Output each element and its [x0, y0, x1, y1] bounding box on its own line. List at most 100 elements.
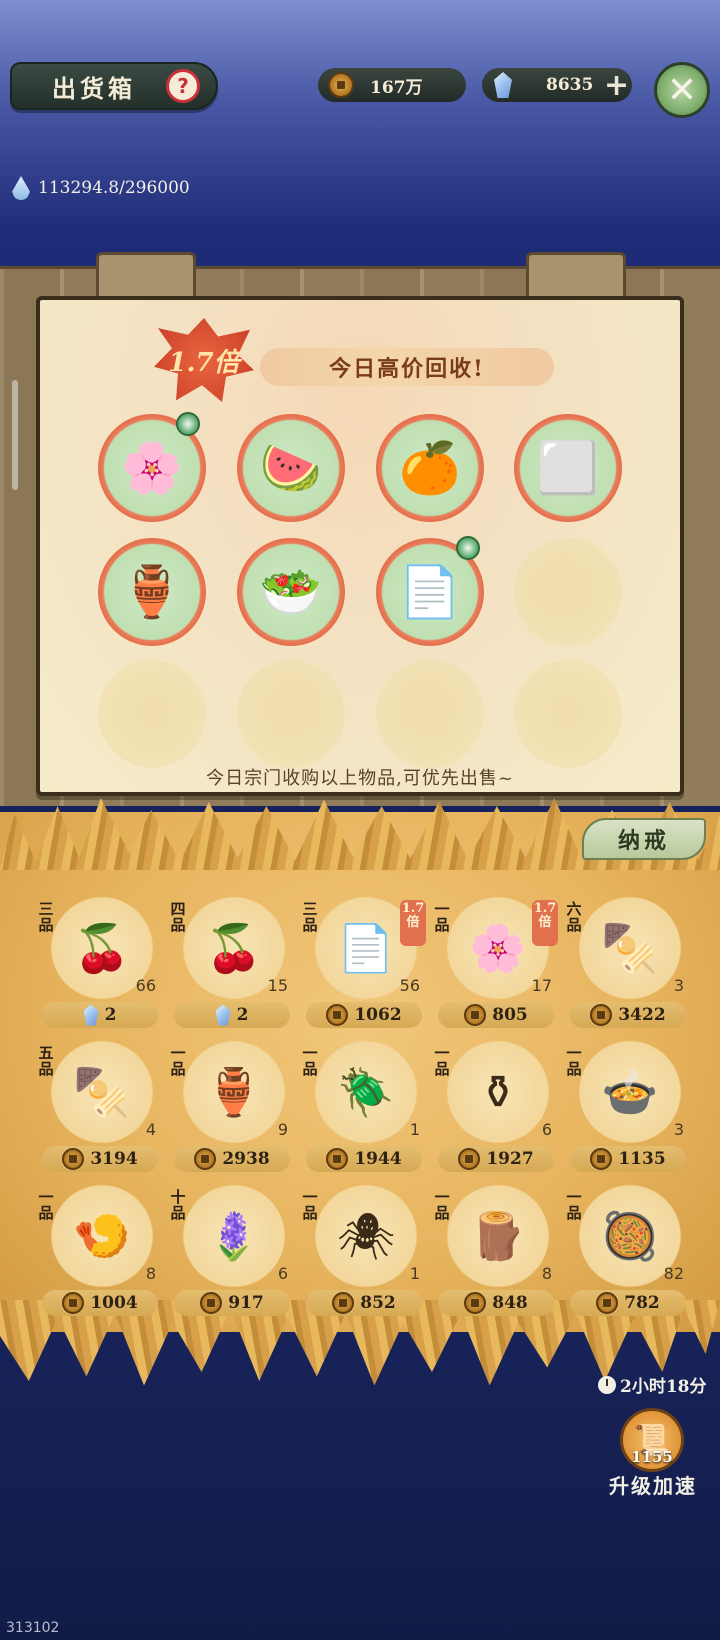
gem-icon [83, 1004, 99, 1026]
red-berries-icon: 🍒 [205, 921, 263, 975]
red-berries-icon: 🍒 [73, 921, 131, 975]
inventory-item[interactable]: 🪵 一品 8 848 [432, 1184, 560, 1324]
item-grade: 五品 [38, 1044, 54, 1078]
item-count: 8 [541, 1264, 552, 1283]
inventory-item[interactable]: ⚱ 一品 6 1927 [432, 1040, 560, 1180]
inventory-item[interactable]: 📄 三品 1.7 倍 56 1062 [300, 896, 428, 1036]
scrollbar[interactable] [12, 380, 18, 490]
coin-icon [200, 1292, 223, 1314]
inventory-item[interactable]: 🏺 一品 9 2938 [168, 1040, 296, 1180]
dark-stick-icon: 🪵 [469, 1209, 527, 1263]
inventory-item[interactable]: 🍒 三品 66 2 [36, 896, 164, 1036]
watermelon-icon: 🍉 [259, 439, 323, 497]
coin-balance: 167万 [318, 68, 466, 102]
inventory-item[interactable]: 🌸 一品 1.7 倍 17 805 [432, 896, 560, 1036]
item-count: 9 [277, 1120, 288, 1139]
grilled-box-icon: 🍢 [73, 1065, 131, 1119]
coin-icon [458, 1148, 481, 1170]
notice-slot[interactable]: 🏺 [98, 538, 206, 646]
gem-icon [215, 1004, 231, 1026]
item-count: 1 [409, 1120, 420, 1139]
notice-slot[interactable]: ⬜ [514, 414, 622, 522]
close-button[interactable]: ✕ [654, 62, 710, 118]
item-grade: 三品 [38, 900, 54, 934]
inventory-item[interactable]: 🕷 一品 1 852 [300, 1184, 428, 1324]
inventory-item[interactable]: 🍲 一品 3 1135 [564, 1040, 692, 1180]
clay-jar-icon: 🏺 [205, 1065, 263, 1119]
item-price: 1004 [42, 1290, 158, 1316]
price-multiplier-badge: 1.7 倍 [532, 900, 558, 946]
item-grade: 一品 [38, 1188, 54, 1222]
item-count: 56 [399, 976, 420, 995]
price-value: 3422 [618, 1005, 666, 1025]
roasted-skewers-icon: 🍤 [73, 1209, 131, 1263]
grilled-box-icon: 🍢 [601, 921, 659, 975]
item-price: 1927 [438, 1146, 554, 1172]
inventory-item[interactable]: 🍒 四品 15 2 [168, 896, 296, 1036]
speed-up-count: 1155 [631, 1448, 673, 1466]
notice-slot[interactable]: 🥗 [237, 538, 345, 646]
item-grade: 三品 [302, 900, 318, 934]
item-price: 848 [438, 1290, 554, 1316]
item-slot: 🍢 [50, 1040, 154, 1144]
item-price: 852 [306, 1290, 422, 1316]
item-grade: 一品 [170, 1044, 186, 1078]
notice-slot[interactable]: 🍊 [376, 414, 484, 522]
item-grade: 一品 [566, 1188, 582, 1222]
blue-flowers-leaf-icon: 🪻 [205, 1209, 263, 1263]
storage-ring-tab[interactable]: 纳戒 [582, 818, 706, 860]
notice-slot-empty [98, 660, 206, 768]
item-slot: ⚱ [446, 1040, 550, 1144]
paper-sheets-icon: 📄 [337, 921, 395, 975]
pink-flower-icon: 🌸 [469, 921, 527, 975]
coin-icon [194, 1148, 217, 1170]
item-count: 8 [145, 1264, 156, 1283]
price-multiplier-badge: 1.7 倍 [400, 900, 426, 946]
price-value: 805 [492, 1005, 528, 1025]
notice-slot-empty [514, 538, 622, 646]
item-price: 3422 [570, 1002, 686, 1028]
inventory-item[interactable]: 🍢 五品 4 3194 [36, 1040, 164, 1180]
price-value: 1062 [354, 1005, 402, 1025]
add-gems-button[interactable]: + [604, 68, 629, 103]
item-grade: 一品 [302, 1044, 318, 1078]
spider-icon: 🕷 [336, 1209, 396, 1263]
inventory-item[interactable]: 🪻 十品 6 917 [168, 1184, 296, 1324]
item-count: 1 [409, 1264, 420, 1283]
item-price: 2 [42, 1002, 158, 1028]
clock-icon [598, 1375, 616, 1394]
item-grade: 十品 [170, 1188, 186, 1222]
inventory-item[interactable]: 🍢 六品 3 3422 [564, 896, 692, 1036]
notice-slot[interactable]: 🍉 [237, 414, 345, 522]
price-value: 782 [624, 1293, 660, 1313]
coin-icon [332, 1292, 355, 1314]
orange-fruit-icon: 🍊 [398, 439, 462, 497]
price-value: 917 [228, 1293, 264, 1313]
price-value: 1944 [354, 1149, 402, 1169]
help-button[interactable]: ? [166, 69, 200, 103]
notice-slot-empty [514, 660, 622, 768]
paper-sheets-icon: 📄 [398, 563, 462, 621]
item-grade: 一品 [434, 1044, 450, 1078]
tofu-block-icon: ⬜ [536, 439, 600, 497]
item-grade: 一品 [302, 1188, 318, 1222]
item-grade: 一品 [434, 900, 450, 934]
item-count: 3 [673, 976, 684, 995]
beetle-icon: 🪲 [337, 1065, 395, 1119]
price-value: 1004 [90, 1293, 138, 1313]
water-value: 113294.8/296000 [38, 178, 190, 198]
item-slot: 🍲 [578, 1040, 682, 1144]
coin-value: 167万 [370, 77, 423, 98]
pink-flower-icon: 🌸 [120, 439, 184, 497]
inventory-item[interactable]: 🍤 一品 8 1004 [36, 1184, 164, 1324]
inventory-item[interactable]: 🥘 一品 82 782 [564, 1184, 692, 1324]
coin-icon [464, 1292, 487, 1314]
coin-icon [590, 1148, 613, 1170]
item-slot: 🕷 [314, 1184, 418, 1288]
item-slot: 🍢 [578, 896, 682, 1000]
vase-icon: ⚱ [478, 1065, 518, 1119]
clay-jar-icon: 🏺 [120, 563, 184, 621]
inventory-item[interactable]: 🪲 一品 1 1944 [300, 1040, 428, 1180]
price-value: 2 [236, 1005, 249, 1025]
owned-badge-icon [456, 536, 480, 560]
